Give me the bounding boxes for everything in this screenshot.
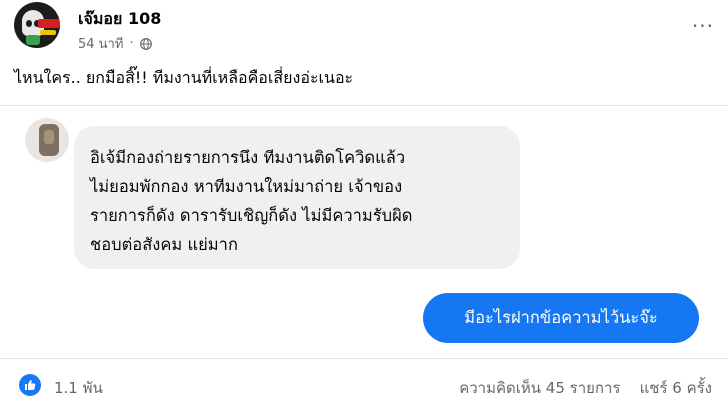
post-caption: ไหนใคร.. ยกมือสิ๊!! ทีมงานที่เหลือคือเสี… (14, 68, 354, 87)
reaction-count[interactable]: 1.1 พัน (54, 376, 103, 400)
avatar-red-badge (38, 19, 60, 28)
outgoing-message-bubble: มีอะไรฝากข้อความไว้นะจ๊ะ (423, 293, 699, 343)
message-line: ชอบต่อสังคม แย่มาก (90, 235, 238, 254)
message-line: รายการก็ดัง ดารารับเชิญก็ดัง ไม่มีความรั… (90, 206, 413, 225)
share-count[interactable]: แชร์ 6 ครั้ง (640, 379, 712, 397)
post-stats: ความคิดเห็น 45 รายการ แชร์ 6 ครั้ง (459, 376, 712, 400)
incoming-message-bubble: อิเจ้มีกองถ่ายรายการนึง ทีมงานติดโควิดแล… (74, 126, 520, 269)
post-header: เจ๊มอย 108 54 นาที · ··· (14, 2, 714, 58)
comment-count[interactable]: ความคิดเห็น 45 รายการ (459, 379, 620, 397)
chat-screenshot-image: อิเจ้มีกองถ่ายรายการนึง ทีมงานติดโควิดแล… (0, 105, 728, 359)
like-icon[interactable] (19, 374, 41, 396)
page-avatar[interactable] (14, 2, 60, 48)
post-time[interactable]: 54 นาที (78, 33, 123, 54)
post-footer: 1.1 พัน ความคิดเห็น 45 รายการ แชร์ 6 ครั… (0, 357, 728, 409)
message-line: อิเจ้มีกองถ่ายรายการนึง ทีมงานติดโควิดแล… (90, 148, 406, 167)
author-name[interactable]: เจ๊มอย 108 (78, 7, 161, 32)
sender-avatar-blurred (25, 118, 69, 162)
avatar-yellow-badge (40, 30, 56, 35)
avatar-green-graphic (26, 35, 40, 45)
post-meta: 54 นาที · (78, 33, 152, 54)
meta-separator: · (129, 36, 134, 51)
message-line: ไม่ยอมพักกอง หาทีมงานใหม่มาถ่าย เจ้าของ (90, 177, 403, 196)
globe-icon[interactable] (139, 37, 152, 50)
ellipsis-icon[interactable]: ··· (692, 14, 714, 38)
